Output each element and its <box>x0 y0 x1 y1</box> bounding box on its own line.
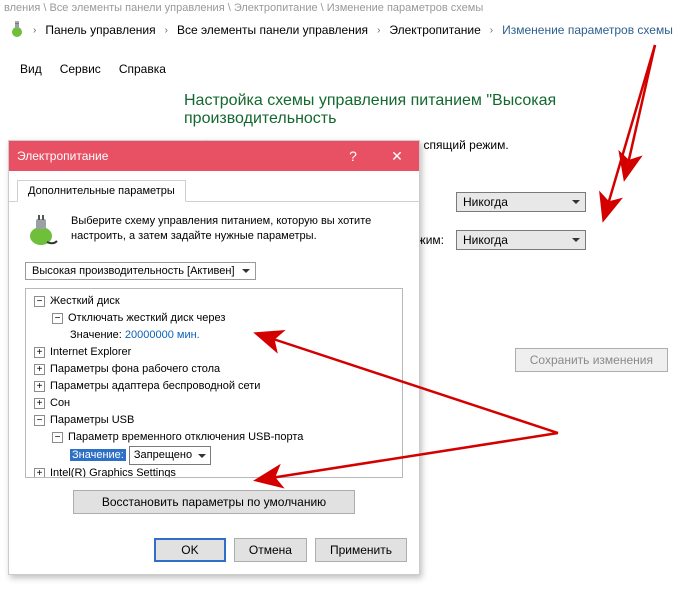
power-plan-icon <box>8 21 26 39</box>
tree-node-intel-graphics[interactable]: +Intel(R) Graphics Settings <box>30 465 398 478</box>
dialog-intro-text: Выберите схему управления питанием, кото… <box>71 214 403 244</box>
breadcrumb-item-2[interactable]: Электропитание <box>387 20 482 40</box>
dialog-button-row: OK Отмена Применить <box>9 530 419 574</box>
expand-icon[interactable]: + <box>34 347 45 358</box>
save-changes-button[interactable]: Сохранить изменения <box>515 348 668 372</box>
dialog-title-text: Электропитание <box>17 149 331 163</box>
tree-node-ie[interactable]: +Internet Explorer <box>30 344 398 361</box>
breadcrumb-item-3[interactable]: Изменение параметров схемы <box>500 20 675 40</box>
tree-node-usb-suspend[interactable]: −Параметр временного отключения USB-порт… <box>30 429 398 446</box>
settings-tree[interactable]: −Жесткий диск −Отключать жесткий диск че… <box>25 288 403 478</box>
parent-window-title-faded: вления \ Все элементы панели управления … <box>0 0 487 16</box>
expand-icon[interactable]: + <box>34 364 45 375</box>
collapse-icon[interactable]: − <box>52 313 63 324</box>
expand-icon[interactable]: + <box>34 381 45 392</box>
usb-suspend-select[interactable]: Запрещено <box>129 446 211 465</box>
chevron-right-icon: › <box>489 25 494 36</box>
selected-value-label: Значение: <box>70 449 126 461</box>
power-options-dialog: Электропитание ? ✕ Дополнительные параме… <box>8 140 420 575</box>
dialog-tabstrip: Дополнительные параметры <box>9 171 419 202</box>
chevron-right-icon: › <box>376 25 381 36</box>
breadcrumb-bar: › Панель управления › Все элементы панел… <box>0 15 688 45</box>
power-plan-select[interactable]: Высокая производительность [Активен] <box>25 262 256 280</box>
menu-bar: Вид Сервис Справка <box>0 56 688 82</box>
chevron-right-icon: › <box>164 25 169 36</box>
expand-icon[interactable]: + <box>34 398 45 409</box>
tree-node-usb[interactable]: −Параметры USB <box>30 412 398 429</box>
chevron-right-icon: › <box>32 25 37 36</box>
tree-node-sleep[interactable]: +Сон <box>30 395 398 412</box>
tree-value-disk-timeout[interactable]: Значение: 20000000 мин. <box>30 327 398 344</box>
tree-node-desktop-bg[interactable]: +Параметры фона рабочего стола <box>30 361 398 378</box>
ok-button[interactable]: OK <box>154 538 226 562</box>
tree-node-wireless[interactable]: +Параметры адаптера беспроводной сети <box>30 378 398 395</box>
breadcrumb-item-0[interactable]: Панель управления <box>43 20 157 40</box>
page-heading: Настройка схемы управления питанием "Выс… <box>184 92 688 128</box>
tree-node-hard-disk[interactable]: −Жесткий диск <box>30 293 398 310</box>
menu-tools[interactable]: Сервис <box>60 62 101 76</box>
battery-plug-icon <box>25 214 61 250</box>
menu-help[interactable]: Справка <box>119 62 166 76</box>
tree-node-turn-off-disk-after[interactable]: −Отключать жесткий диск через <box>30 310 398 327</box>
collapse-icon[interactable]: − <box>34 415 45 426</box>
sleep-select[interactable]: Никогда <box>456 230 586 250</box>
close-icon[interactable]: ✕ <box>375 141 419 171</box>
apply-button[interactable]: Применить <box>315 538 407 562</box>
menu-view[interactable]: Вид <box>20 62 42 76</box>
restore-defaults-button[interactable]: Восстановить параметры по умолчанию <box>73 490 355 514</box>
help-icon[interactable]: ? <box>331 141 375 171</box>
tab-advanced-params[interactable]: Дополнительные параметры <box>17 180 186 202</box>
cancel-button[interactable]: Отмена <box>234 538 307 562</box>
display-off-select[interactable]: Никогда <box>456 192 586 212</box>
breadcrumb-item-1[interactable]: Все элементы панели управления <box>175 20 370 40</box>
expand-icon[interactable]: + <box>34 468 45 478</box>
collapse-icon[interactable]: − <box>52 432 63 443</box>
dialog-titlebar[interactable]: Электропитание ? ✕ <box>9 141 419 171</box>
tree-value-usb-suspend[interactable]: Значение: Запрещено <box>30 446 398 465</box>
collapse-icon[interactable]: − <box>34 296 45 307</box>
